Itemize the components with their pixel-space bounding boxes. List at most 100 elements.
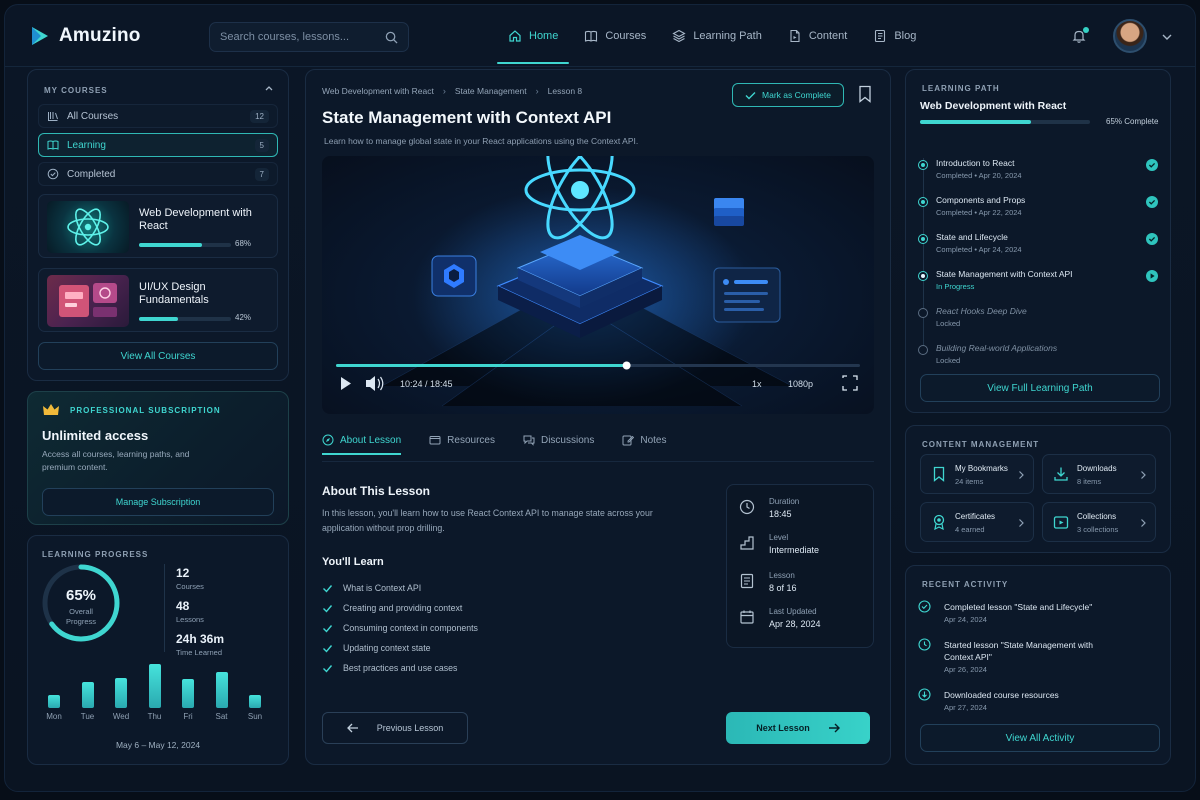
- path-step[interactable]: State and Lifecycle Completed • Apr 24, …: [918, 232, 1158, 264]
- nav-home[interactable]: Home: [495, 5, 571, 67]
- filter-all-courses[interactable]: All Courses 12: [38, 104, 278, 128]
- chart-bar-sun: [249, 694, 261, 708]
- nav-home-label: Home: [529, 30, 559, 42]
- recent-activity-title: RECENT ACTIVITY: [922, 580, 1009, 589]
- course-progress-fill: [139, 243, 202, 247]
- stat-courses: 12 Courses: [176, 566, 204, 591]
- video-frame: 10:24 / 18:45 1x 1080p: [336, 156, 860, 407]
- next-lesson-button[interactable]: Next Lesson: [726, 712, 870, 744]
- notification-dot: [1083, 27, 1089, 33]
- nav-learning-path[interactable]: Learning Path: [659, 5, 775, 67]
- chart-bar-mon: [48, 694, 60, 708]
- tab-about[interactable]: About Lesson: [322, 434, 402, 455]
- app-window: Amuzino Home Courses Learning Path: [4, 4, 1196, 792]
- content-management-title: CONTENT MANAGEMENT: [922, 440, 1040, 449]
- search-box[interactable]: [209, 22, 409, 52]
- bookmark-icon: [933, 466, 945, 482]
- step-dot: [918, 160, 928, 170]
- view-all-courses-button[interactable]: View All Courses: [38, 342, 278, 370]
- day-label: Mon: [46, 712, 62, 721]
- meta-value: Apr 28, 2024: [769, 619, 821, 629]
- chevron-up-icon[interactable]: [264, 84, 274, 92]
- tab-discussions[interactable]: Discussions: [523, 434, 594, 454]
- check-icon: [323, 584, 333, 593]
- tile-sub: 4 earned: [955, 525, 985, 534]
- course-card-uiux[interactable]: UI/UX Design Fundamentals 42%: [38, 268, 278, 332]
- tile-title: My Bookmarks: [955, 464, 1008, 473]
- learning-progress-panel: LEARNING PROGRESS 65% Overall Progress 12…: [27, 535, 289, 765]
- meta-key: Last Updated: [769, 607, 817, 616]
- search-input[interactable]: [220, 31, 385, 43]
- avatar[interactable]: [1113, 19, 1147, 53]
- certificates-tile[interactable]: Certificates 4 earned: [920, 502, 1034, 542]
- filter-learning[interactable]: Learning 5: [38, 133, 278, 157]
- path-step[interactable]: Components and Props Completed • Apr 22,…: [918, 195, 1158, 227]
- tile-title: Certificates: [955, 512, 996, 521]
- path-step[interactable]: State Management with Context API In Pro…: [918, 269, 1158, 301]
- filter-label: Learning: [67, 139, 106, 151]
- nav-blog[interactable]: Blog: [860, 5, 929, 67]
- course-card-react[interactable]: Web Development with React 68%: [38, 194, 278, 258]
- volume-icon[interactable]: [366, 376, 384, 391]
- previous-lesson-button[interactable]: Previous Lesson: [322, 712, 468, 744]
- collections-tile[interactable]: Collections 3 collections: [1042, 502, 1156, 542]
- stat-value: 48: [176, 599, 190, 613]
- top-bar: Amuzino Home Courses Learning Path: [5, 5, 1195, 67]
- step-name: Introduction to React: [936, 158, 1015, 168]
- play-icon[interactable]: [341, 377, 351, 390]
- stat-value: 12: [176, 566, 190, 580]
- filter-completed[interactable]: Completed 7: [38, 162, 278, 186]
- nav-content[interactable]: Content: [775, 5, 861, 67]
- tile-sub: 8 items: [1077, 477, 1102, 486]
- logo[interactable]: Amuzino: [29, 25, 141, 47]
- fullscreen-icon[interactable]: [842, 375, 858, 391]
- manage-subscription-button[interactable]: Manage Subscription: [42, 488, 274, 516]
- bookmark-icon[interactable]: [858, 85, 872, 103]
- day-label: Sun: [247, 712, 263, 721]
- meta-key: Level: [769, 533, 789, 542]
- breadcrumb-item[interactable]: Web Development with React: [322, 86, 434, 96]
- tab-resources[interactable]: Resources: [429, 434, 495, 454]
- video-quality[interactable]: 1080p: [788, 379, 813, 389]
- list-item: What is Context API: [322, 578, 478, 598]
- nav-courses[interactable]: Courses: [571, 5, 659, 67]
- chevron-down-icon[interactable]: [1161, 32, 1173, 42]
- tab-notes[interactable]: Notes: [622, 434, 666, 454]
- learn-list: What is Context API Creating and providi…: [322, 578, 478, 678]
- view-full-learning-path-button[interactable]: View Full Learning Path: [920, 374, 1160, 402]
- step-dot: [918, 234, 928, 244]
- breadcrumb-item[interactable]: State Management: [455, 86, 527, 96]
- learn-item-text: Updating context state: [343, 643, 431, 653]
- learn-title: You'll Learn: [322, 556, 384, 568]
- meta-level: Level Intermediate: [739, 533, 819, 555]
- list-item: Creating and providing context: [322, 598, 478, 618]
- video-scrubber[interactable]: [622, 361, 631, 370]
- overall-progress-ring: 65% Overall Progress: [40, 562, 122, 644]
- clock-icon: [918, 638, 931, 651]
- ring-label-line1: Overall: [69, 607, 93, 616]
- path-step[interactable]: Introduction to React Completed • Apr 20…: [918, 158, 1158, 190]
- course-progress-fill: [139, 317, 178, 321]
- view-all-activity-button[interactable]: View All Activity: [920, 724, 1160, 752]
- calendar-icon: [740, 610, 754, 624]
- download-icon: [918, 688, 931, 701]
- activity-text: Completed lesson "State and Lifecycle": [944, 602, 1093, 612]
- learn-item-text: Creating and providing context: [343, 603, 463, 613]
- subscription-card: PROFESSIONAL SUBSCRIPTION Unlimited acce…: [27, 391, 289, 525]
- mark-complete-button[interactable]: Mark as Complete: [732, 83, 844, 107]
- learning-path-course: Web Development with React: [920, 100, 1067, 112]
- lesson-subtitle: Learn how to manage global state in your…: [324, 136, 639, 146]
- downloads-tile[interactable]: Downloads 8 items: [1042, 454, 1156, 494]
- playback-speed[interactable]: 1x: [752, 379, 762, 389]
- learning-path-progress-fill: [920, 120, 1031, 124]
- react-logo-icon: [67, 208, 109, 246]
- meta-value: Intermediate: [769, 545, 820, 555]
- bookmarks-tile[interactable]: My Bookmarks 24 items: [920, 454, 1034, 494]
- level-icon: [740, 536, 754, 550]
- step-dot: [918, 197, 928, 207]
- video-player[interactable]: 10:24 / 18:45 1x 1080p: [322, 156, 874, 414]
- design-tools-icon: [59, 283, 117, 317]
- nav-courses-label: Courses: [605, 30, 647, 42]
- recent-activity-panel: RECENT ACTIVITY Completed lesson "State …: [905, 565, 1171, 765]
- search-icon[interactable]: [385, 31, 398, 44]
